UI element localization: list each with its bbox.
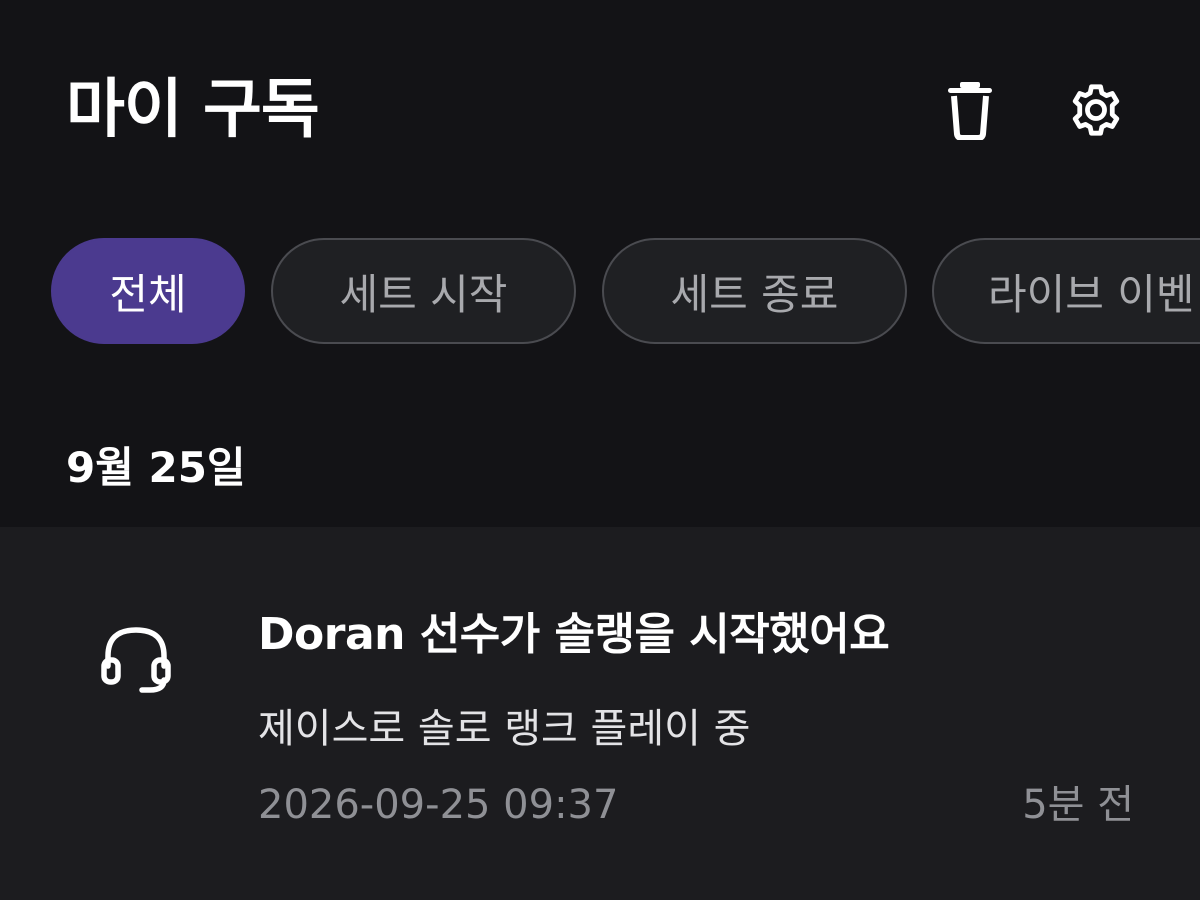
filter-chip-set-start[interactable]: 세트 시작	[271, 238, 576, 344]
notification-relative-time: 5분 전	[1022, 782, 1134, 828]
settings-button[interactable]	[1064, 78, 1128, 142]
app-header: 마이 구독	[0, 0, 1200, 220]
filter-chip-live-event[interactable]: 라이브 이벤	[932, 238, 1200, 344]
delete-button[interactable]	[938, 78, 1002, 142]
page-title: 마이 구독	[66, 73, 320, 147]
filter-chip-bar: 전체 세트 시작 세트 종료 라이브 이벤	[0, 238, 1200, 346]
filter-chip-set-end[interactable]: 세트 종료	[602, 238, 907, 344]
gear-icon	[1072, 84, 1120, 136]
trash-icon	[948, 82, 992, 140]
headset-icon	[101, 627, 171, 693]
section-date-header: 9월 25일	[66, 443, 246, 492]
notification-subtitle: 제이스로 솔로 랭크 플레이 중	[258, 706, 751, 752]
notification-timestamp: 2026-09-25 09:37	[258, 782, 619, 828]
notification-title: Doran 선수가 솔랭을 시작했어요	[258, 609, 890, 660]
filter-chip-all[interactable]: 전체	[51, 238, 245, 344]
